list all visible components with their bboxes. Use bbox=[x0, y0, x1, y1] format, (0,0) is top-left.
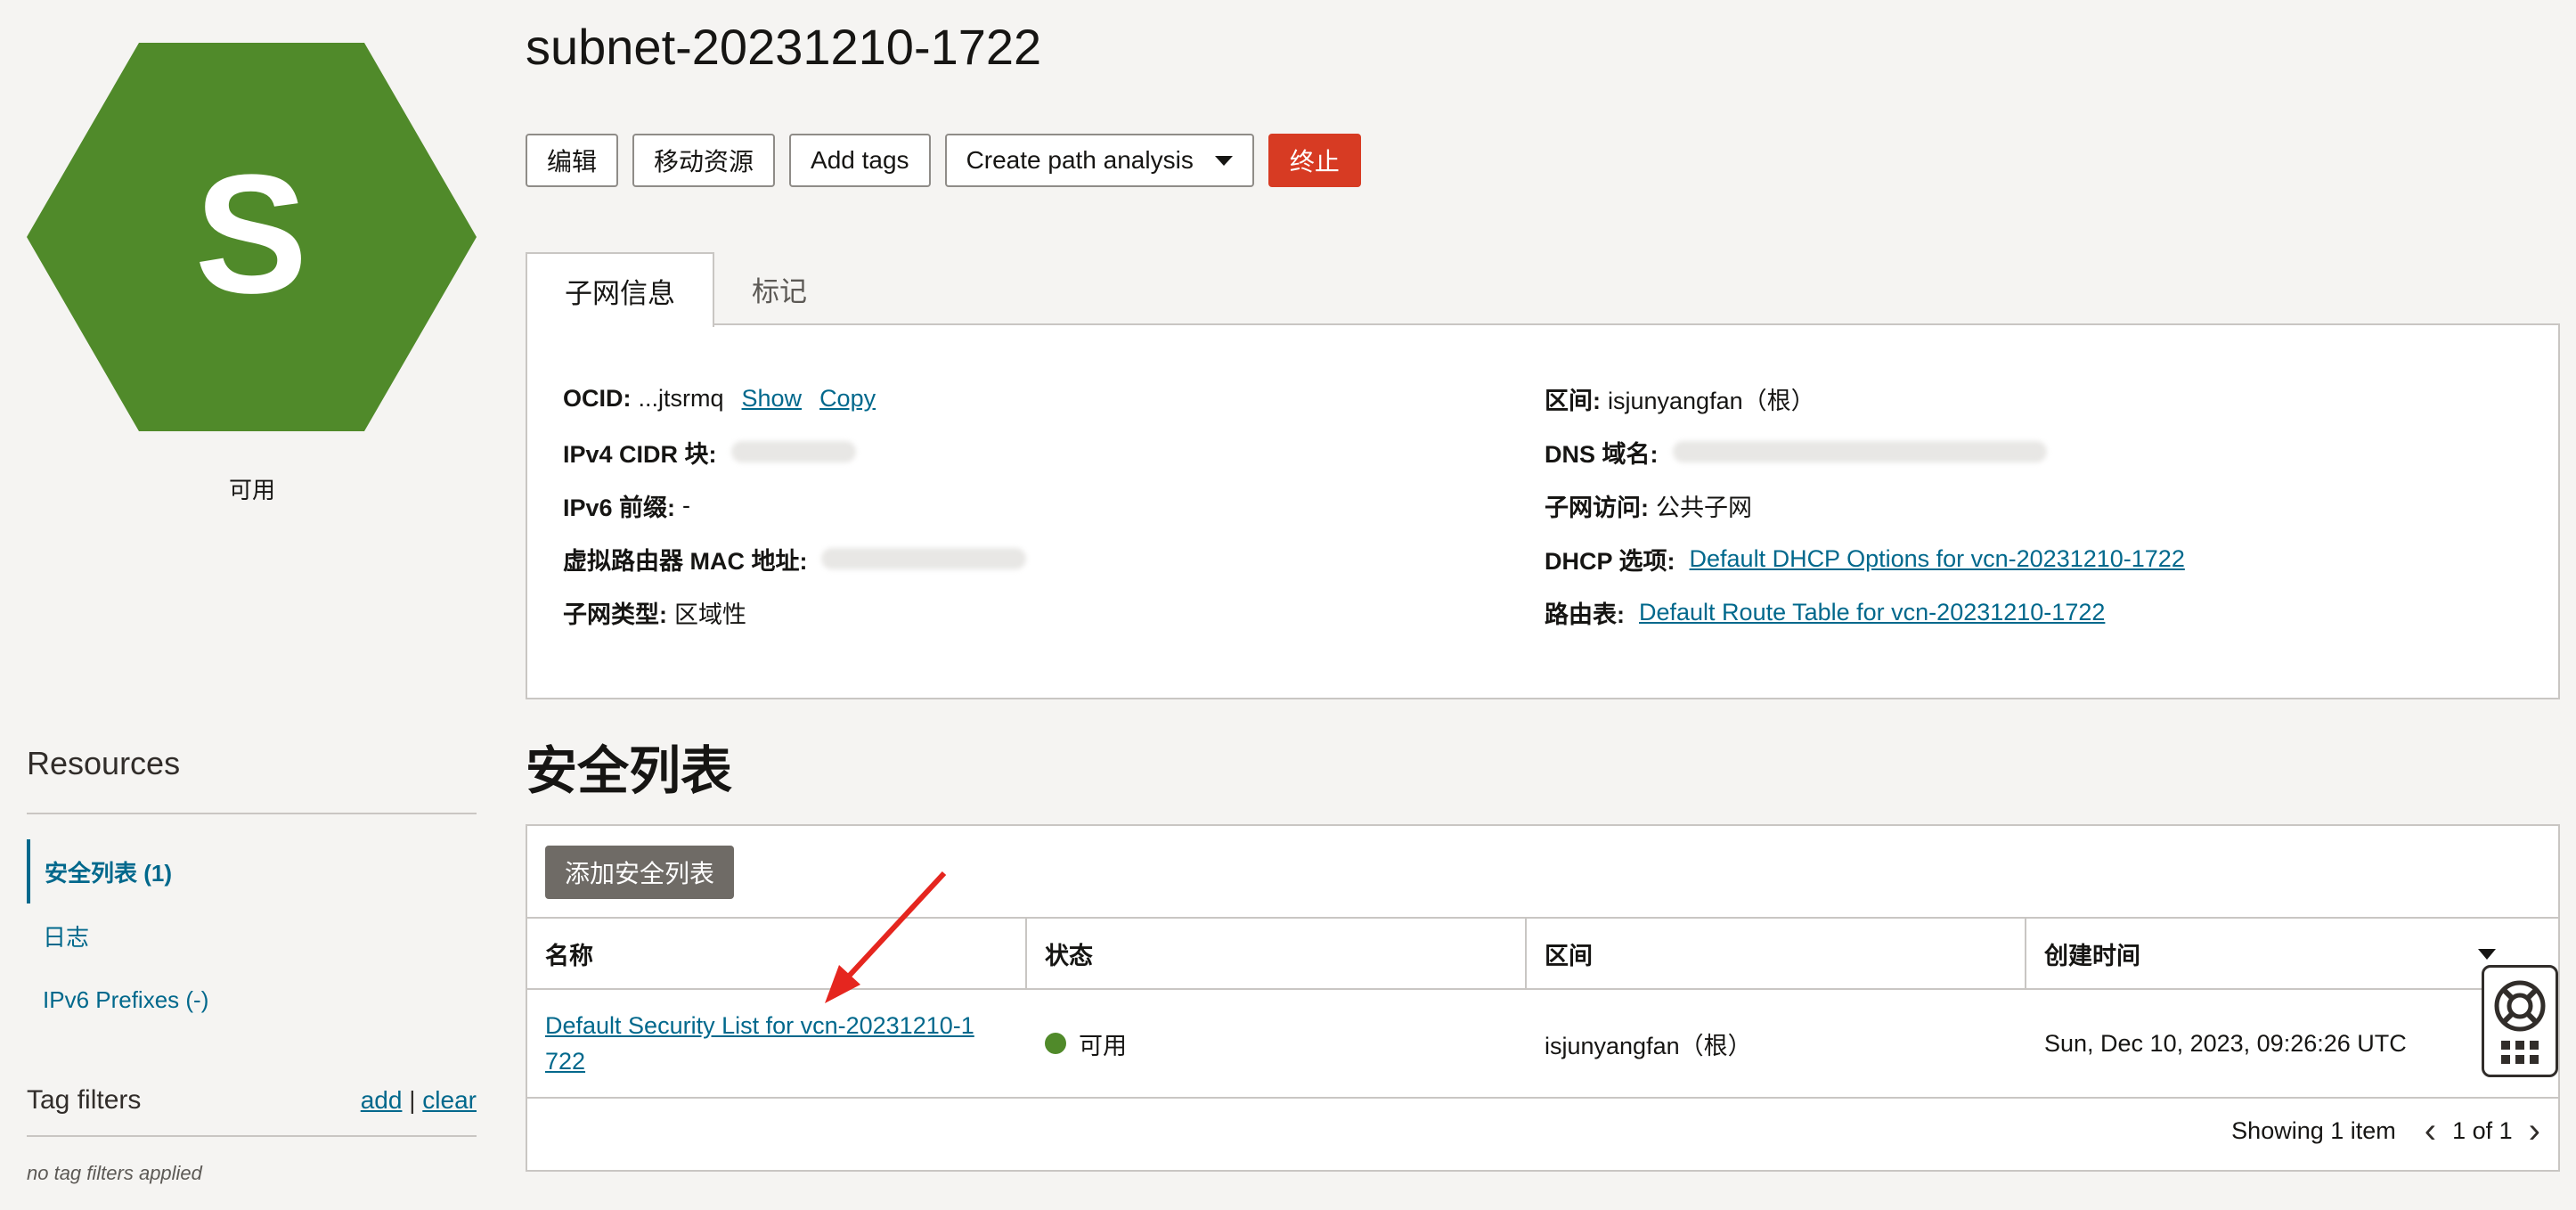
dns-label: DNS 域名: bbox=[1545, 440, 1659, 468]
route-table-link[interactable]: Default Route Table for vcn-20231210-172… bbox=[1639, 599, 2105, 626]
row-status-text: 可用 bbox=[1079, 1032, 1127, 1059]
add-tag-filter-link[interactable]: add bbox=[361, 1086, 403, 1114]
resource-status: 可用 bbox=[228, 477, 275, 503]
ipv4-label: IPv4 CIDR 块: bbox=[563, 440, 717, 468]
sort-descending-icon[interactable] bbox=[2478, 949, 2496, 960]
subnet-type-value: 区域性 bbox=[674, 601, 746, 628]
subnet-info-panel: OCID: ...jtsrmq Show Copy IPv4 CIDR 块: I… bbox=[526, 323, 2560, 699]
add-tags-button[interactable]: Add tags bbox=[789, 134, 931, 187]
route-table-row: 路由表: Default Route Table for vcn-2023121… bbox=[1545, 585, 2185, 639]
column-header-status[interactable]: 状态 bbox=[1027, 919, 1527, 988]
ocid-row: OCID: ...jtsrmq Show Copy bbox=[563, 372, 1026, 425]
access-row: 子网访问: 公共子网 bbox=[1545, 478, 2185, 532]
table-row: Default Security List for vcn-20231210-1… bbox=[527, 990, 2558, 1099]
hexagon-svg: S bbox=[27, 43, 477, 431]
create-path-analysis-button[interactable]: Create path analysis bbox=[944, 134, 1254, 187]
chevron-right-icon[interactable]: › bbox=[2529, 1113, 2540, 1149]
tag-filters-divider bbox=[27, 1135, 477, 1137]
info-column-left: OCID: ...jtsrmq Show Copy IPv4 CIDR 块: I… bbox=[563, 372, 1027, 639]
action-toolbar: 编辑 移动资源 Add tags Create path analysis 终止 bbox=[526, 134, 1361, 187]
cell-name: Default Security List for vcn-20231210-1… bbox=[527, 990, 1027, 1097]
cell-created: Sun, Dec 10, 2023, 09:26:26 UTC bbox=[2044, 1029, 2407, 1057]
ocid-copy-link[interactable]: Copy bbox=[819, 385, 876, 413]
ipv4-value-redacted bbox=[730, 441, 856, 462]
help-widget[interactable] bbox=[2482, 965, 2558, 1077]
page-indicator: 1 of 1 bbox=[2452, 1116, 2513, 1144]
ocid-value: ...jtsrmq bbox=[638, 384, 724, 412]
column-header-created[interactable]: 创建时间 bbox=[2026, 919, 2558, 988]
access-label: 子网访问: bbox=[1545, 494, 1649, 521]
status-available-icon bbox=[1045, 1033, 1066, 1054]
apps-grid-icon bbox=[2501, 1041, 2539, 1064]
mac-value-redacted bbox=[821, 548, 1027, 569]
detail-tabs: 子网信息 标记 bbox=[526, 252, 844, 327]
mac-label: 虚拟路由器 MAC 地址: bbox=[563, 547, 808, 575]
link-separator: | bbox=[409, 1086, 423, 1114]
pagination: Showing 1 item ‹ 1 of 1 › bbox=[2231, 1104, 2540, 1157]
create-path-analysis-label: Create path analysis bbox=[966, 146, 1194, 174]
no-tag-filters-text: no tag filters applied bbox=[27, 1162, 202, 1184]
showing-count: Showing 1 item bbox=[2231, 1116, 2396, 1144]
ocid-label: OCID: bbox=[563, 384, 632, 412]
lifebuoy-icon bbox=[2494, 980, 2546, 1032]
edit-button[interactable]: 编辑 bbox=[526, 134, 619, 187]
dhcp-row: DHCP 选项: Default DHCP Options for vcn-20… bbox=[1545, 532, 2185, 585]
ipv6-label: IPv6 前缀: bbox=[563, 494, 676, 521]
tag-filter-links: add | clear bbox=[361, 1086, 477, 1115]
chevron-down-icon bbox=[1214, 155, 1233, 166]
compartment-row: 区间: isjunyangfan（根） bbox=[1545, 372, 2185, 425]
subnet-type-label: 子网类型: bbox=[563, 601, 667, 628]
clear-tag-filter-link[interactable]: clear bbox=[422, 1086, 477, 1114]
ipv6-row: IPv6 前缀: - bbox=[563, 478, 1026, 532]
resource-hexagon-icon: S bbox=[27, 43, 477, 431]
access-value: 公共子网 bbox=[1656, 494, 1752, 521]
dns-row: DNS 域名: bbox=[1545, 425, 2185, 478]
compartment-value: isjunyangfan（根） bbox=[1608, 387, 1815, 414]
column-header-created-label: 创建时间 bbox=[2044, 942, 2140, 969]
add-security-list-button[interactable]: 添加安全列表 bbox=[545, 846, 735, 899]
tab-subnet-info[interactable]: 子网信息 bbox=[526, 252, 714, 327]
compartment-label: 区间: bbox=[1545, 387, 1601, 414]
sidebar-item-logs[interactable]: 日志 bbox=[27, 903, 477, 968]
tag-filters-title: Tag filters bbox=[27, 1085, 142, 1115]
resources-heading: Resources bbox=[27, 745, 181, 781]
column-header-compartment[interactable]: 区间 bbox=[1527, 919, 2026, 988]
table-header: 名称 状态 区间 创建时间 bbox=[527, 917, 2558, 990]
hexagon-letter: S bbox=[195, 140, 308, 329]
dhcp-label: DHCP 选项: bbox=[1545, 547, 1675, 575]
column-header-name[interactable]: 名称 bbox=[527, 919, 1027, 988]
sidebar-item-security-lists[interactable]: 安全列表 (1) bbox=[27, 839, 477, 903]
security-list-link-line2: 722 bbox=[545, 1048, 586, 1075]
chevron-left-icon[interactable]: ‹ bbox=[2425, 1113, 2436, 1149]
info-column-right: 区间: isjunyangfan（根） DNS 域名: 子网访问: 公共子网 D… bbox=[1545, 372, 2185, 639]
security-lists-table-panel: 添加安全列表 名称 状态 区间 创建时间 Default Security Li… bbox=[526, 824, 2560, 1172]
terminate-button[interactable]: 终止 bbox=[1268, 134, 1361, 187]
security-lists-heading: 安全列表 bbox=[526, 742, 733, 800]
mac-row: 虚拟路由器 MAC 地址: bbox=[563, 532, 1027, 585]
security-list-link[interactable]: Default Security List for vcn-20231210-1… bbox=[545, 1008, 974, 1079]
dhcp-options-link[interactable]: Default DHCP Options for vcn-20231210-17… bbox=[1690, 545, 2185, 573]
route-table-label: 路由表: bbox=[1545, 601, 1625, 628]
subnet-type-row: 子网类型: 区域性 bbox=[563, 585, 1026, 639]
cell-compartment: isjunyangfan（根） bbox=[1545, 1032, 1752, 1059]
page-title: subnet-20231210-1722 bbox=[526, 19, 1042, 75]
resource-sidebar: S 可用 Resources 安全列表 (1) 日志 IPv6 Prefixes… bbox=[0, 0, 499, 1210]
security-list-link-line1: Default Security List for vcn-20231210-1 bbox=[545, 1012, 974, 1039]
ocid-show-link[interactable]: Show bbox=[742, 385, 803, 413]
tab-tags[interactable]: 标记 bbox=[714, 252, 844, 325]
dns-value-redacted bbox=[1672, 441, 2047, 462]
ipv4-row: IPv4 CIDR 块: bbox=[563, 425, 1026, 478]
resources-nav: 安全列表 (1) 日志 IPv6 Prefixes (-) bbox=[27, 839, 477, 1032]
cell-status: 可用 bbox=[1027, 990, 1527, 1097]
move-resource-button[interactable]: 移动资源 bbox=[632, 134, 776, 187]
sidebar-item-ipv6-prefixes[interactable]: IPv6 Prefixes (-) bbox=[27, 968, 477, 1032]
ipv6-value: - bbox=[682, 491, 691, 519]
tag-filters-header: Tag filters add | clear bbox=[27, 1085, 477, 1116]
resources-divider bbox=[27, 813, 477, 814]
